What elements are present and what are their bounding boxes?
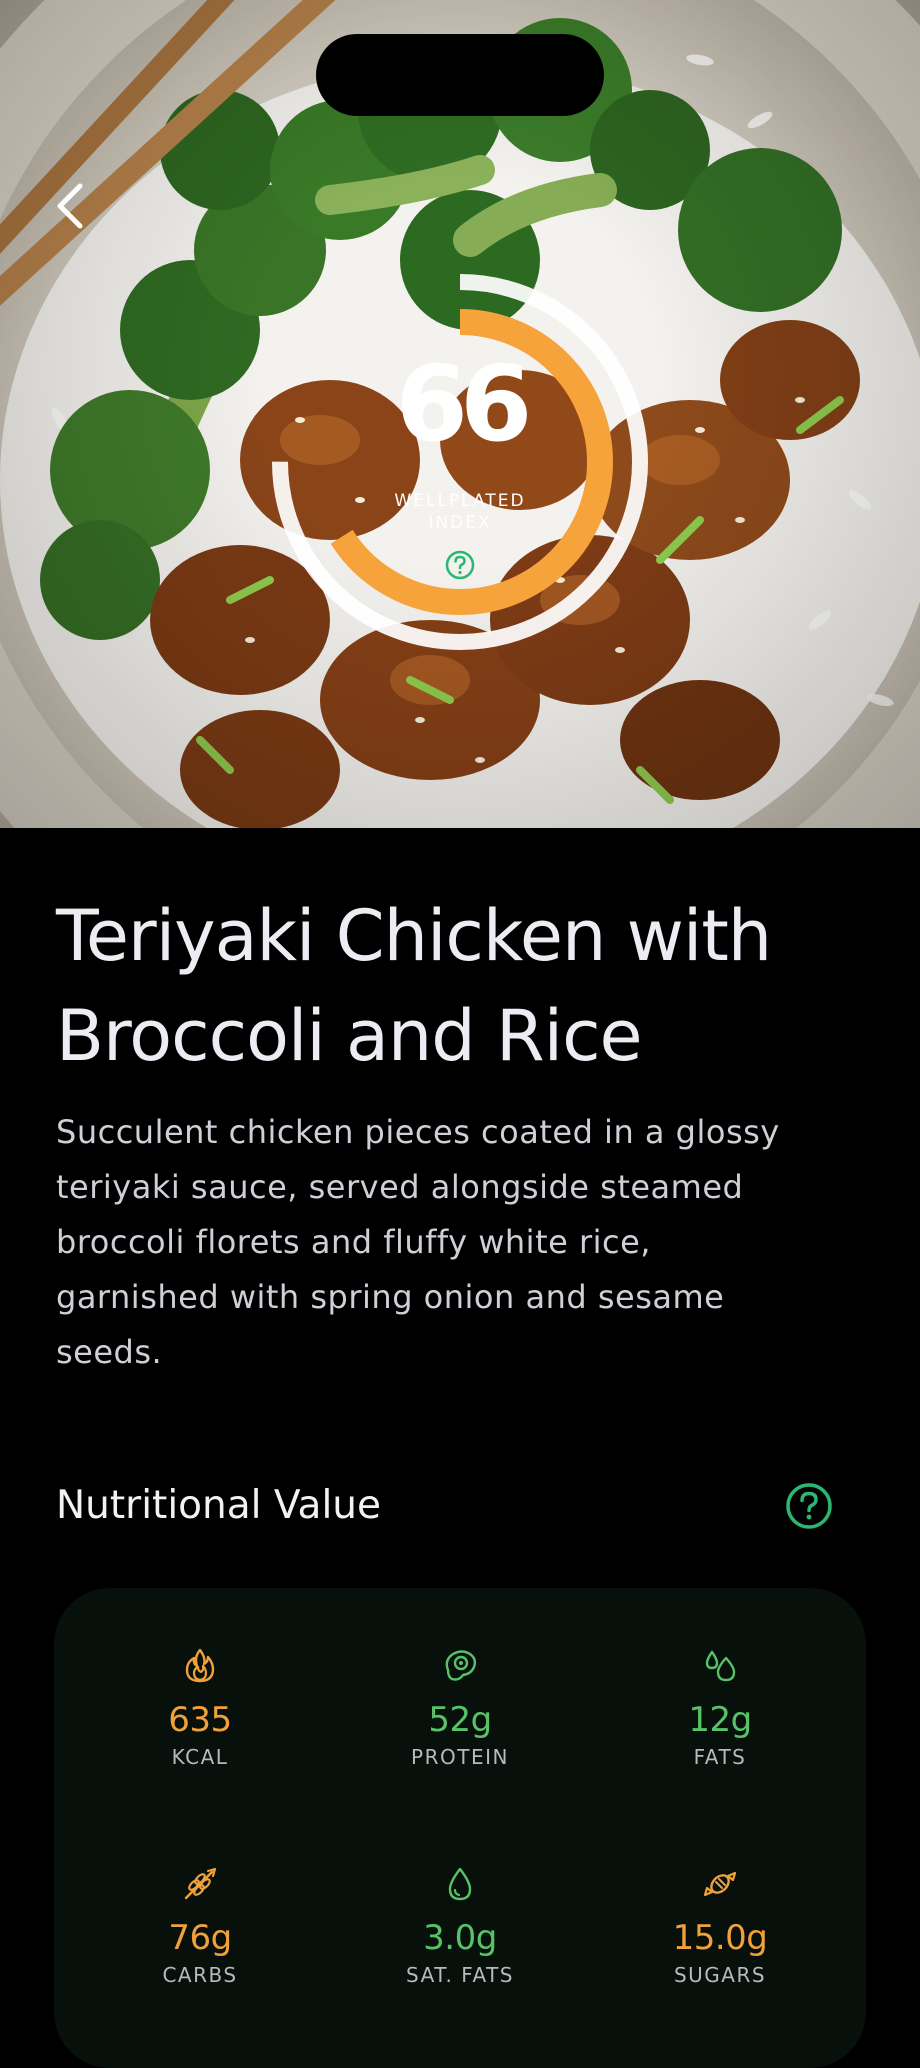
wellplated-index-value: 66 [395, 343, 533, 465]
candy-icon [703, 1871, 737, 1897]
description-line: garnished with spring onion and sesame [56, 1278, 725, 1316]
drops-icon [705, 1650, 736, 1682]
wheat-icon [184, 1867, 217, 1900]
nutrient-value: 12g [688, 1700, 752, 1740]
recipe-description: Succulent chicken pieces coated in a glo… [56, 1105, 886, 1380]
index-label-line2: INDEX [428, 513, 492, 533]
nutrition-card: 635 KCAL 52g PROTEIN 12g FATS 76g CARBS [54, 1588, 866, 2068]
nutrient-sugars: 15.0g SUGARS [590, 1864, 850, 1988]
nutrient-fats: 12g FATS [590, 1646, 850, 1770]
nutrient-label: SAT. FATS [406, 1963, 514, 1987]
nutrient-value: 635 [168, 1700, 232, 1740]
back-button[interactable] [36, 170, 100, 242]
flame-icon [185, 1648, 215, 1683]
steak-icon [445, 1650, 477, 1681]
nutrient-label: KCAL [171, 1745, 229, 1769]
nutrient-value: 52g [428, 1700, 492, 1740]
description-line: teriyaki sauce, served alongside steamed [56, 1168, 744, 1206]
nutritional-value-heading: Nutritional Value [56, 1483, 381, 1528]
wellplated-index-label: WELLPLATED INDEX [360, 490, 560, 534]
nutrition-help-icon[interactable] [785, 1482, 833, 1530]
recipe-title-line1: Teriyaki Chicken with [56, 895, 772, 977]
nutrient-label: FATS [693, 1745, 747, 1769]
nutrient-label: PROTEIN [411, 1745, 509, 1769]
nutrient-protein: 52g PROTEIN [330, 1646, 590, 1770]
nutrient-value: 15.0g [672, 1918, 768, 1958]
description-line: seeds. [56, 1333, 163, 1371]
description-line: broccoli florets and fluffy white rice, [56, 1223, 651, 1261]
nutrient-value: 76g [168, 1918, 232, 1958]
nutrient-kcal: 635 KCAL [70, 1646, 330, 1770]
drop-icon [448, 1867, 472, 1901]
nutrient-label: SUGARS [673, 1963, 767, 1987]
nutrient-label: CARBS [162, 1963, 238, 1987]
recipe-title: Teriyaki Chicken with Broccoli and Rice [56, 886, 876, 1086]
index-help-icon[interactable] [444, 549, 476, 581]
index-label-line1: WELLPLATED [394, 491, 526, 511]
chevron-left-icon [57, 183, 83, 229]
nutrient-value: 3.0g [423, 1918, 497, 1958]
description-line: Succulent chicken pieces coated in a glo… [56, 1113, 780, 1151]
nutrient-carbs: 76g CARBS [70, 1864, 330, 1988]
recipe-title-line2: Broccoli and Rice [56, 995, 643, 1077]
dynamic-island [316, 34, 604, 116]
nutrient-sat-fats: 3.0g SAT. FATS [330, 1864, 590, 1988]
